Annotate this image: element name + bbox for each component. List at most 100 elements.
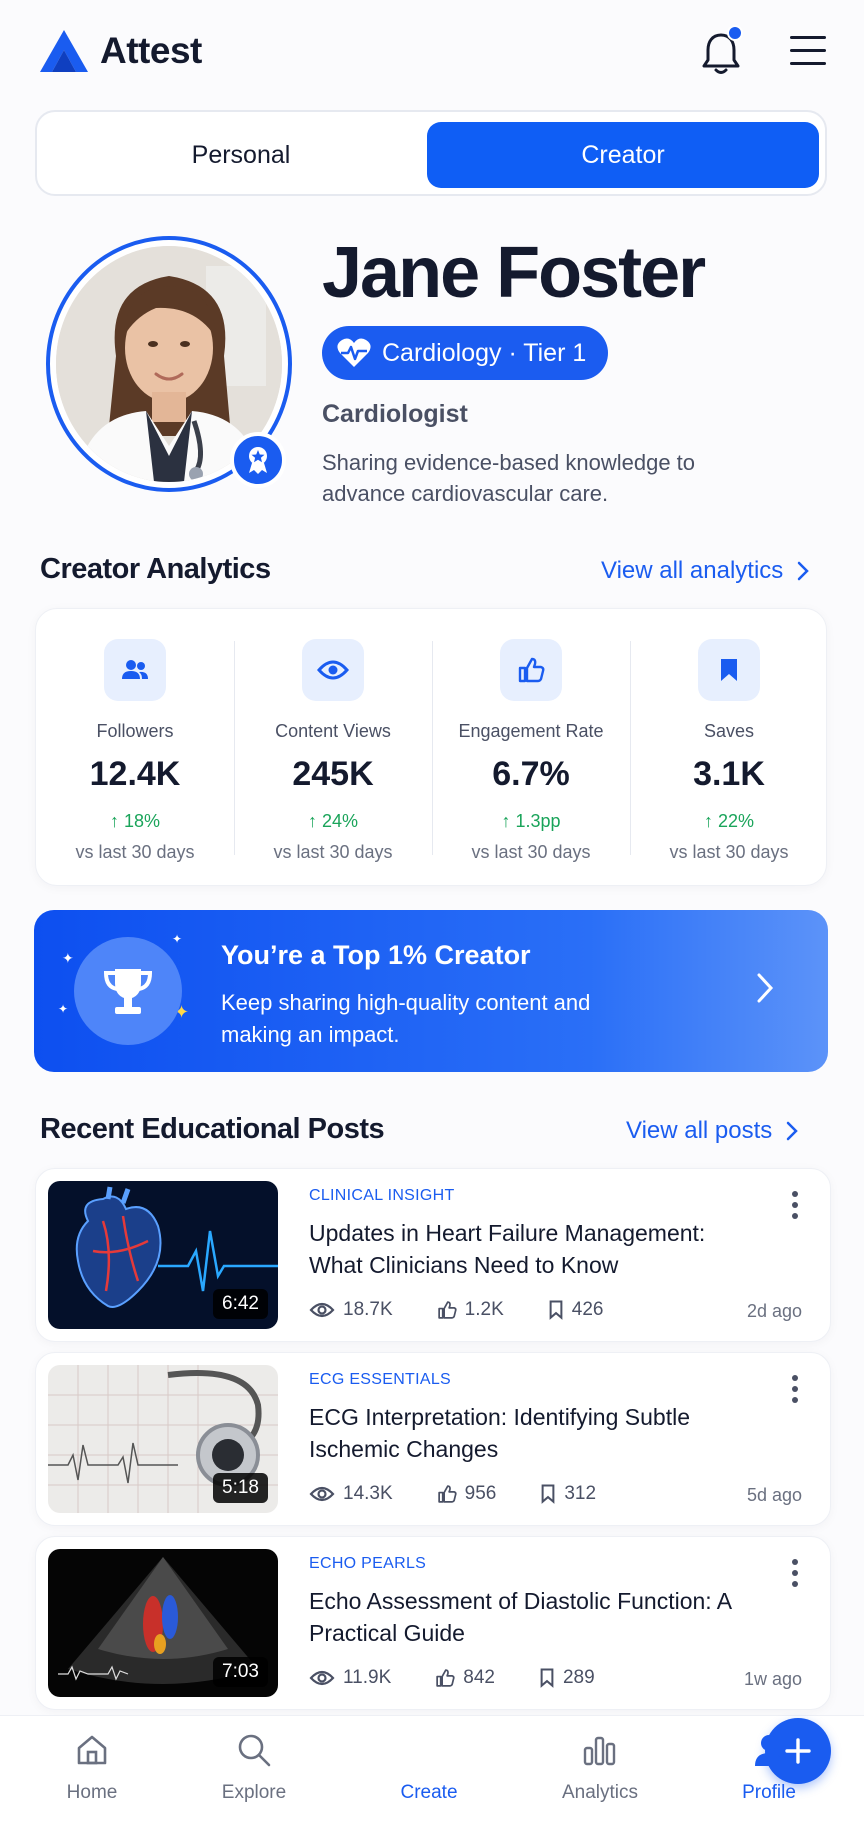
nav-home[interactable]: Home [32,1730,152,1804]
attest-logo-icon [40,30,88,72]
nav-label: Home [66,1782,118,1803]
post-card[interactable]: 5:18 ECG ESSENTIALS ECG Interpretation: … [35,1352,831,1526]
stat-delta-value: 1.3pp [515,811,561,831]
post-saves: 289 [562,1667,595,1688]
app-header: Attest [0,0,864,104]
video-duration: 5:18 [213,1473,268,1503]
sparkle-icon: ✦ [172,932,183,946]
post-likes: 956 [464,1483,497,1504]
post-stats: 11.9K 842 289 [309,1667,639,1689]
post-thumbnail[interactable]: 6:42 [48,1181,278,1329]
post-thumbnail[interactable]: 5:18 [48,1365,278,1513]
post-likes: 842 [463,1667,495,1688]
post-time: 5d ago [746,1485,802,1505]
tab-creator[interactable]: Creator [427,122,819,188]
stat-delta: ↑ 24% [307,811,359,831]
banner-text: Keep sharing high-quality content and ma… [221,990,591,1047]
stat-label: Followers [96,721,174,741]
post-saves: 312 [564,1483,597,1504]
top-creator-banner[interactable]: ✦ ✦ ✦ ✦ You’re a Top 1% Creator Keep sha… [34,910,828,1072]
post-views: 18.7K [343,1299,393,1320]
post-views: 14.3K [343,1483,393,1504]
post-stats: 18.7K 1.2K 426 [309,1299,647,1321]
thumbs-up-icon [500,639,562,701]
profile-role: Cardiologist [322,400,468,428]
view-all-posts-link[interactable]: View all posts [626,1117,799,1145]
bottom-navigation: Home Explore Create Analytics Profile [0,1715,864,1821]
post-views: 11.9K [343,1667,392,1688]
post-title[interactable]: Echo Assessment of Diastolic Function: A… [309,1585,749,1649]
post-saves: 426 [571,1299,604,1320]
post-title[interactable]: Updates in Heart Failure Management: Wha… [309,1217,749,1281]
post-likes: 1.2K [464,1299,504,1320]
stat-delta: ↑ 22% [703,811,755,831]
stat-engagement-rate[interactable]: Engagement Rate 6.7% ↑ 1.3pp vs last 30 … [432,609,630,887]
app-logo[interactable]: Attest [38,28,202,74]
chevron-right-icon [757,973,774,1003]
thumbs-up-icon [437,1485,457,1503]
stat-period: vs last 30 days [471,842,591,862]
analytics-card: Followers 12.4K ↑ 18% vs last 30 days Co… [35,608,827,886]
chevron-right-icon [787,1121,799,1141]
analytics-title: Creator Analytics [40,553,271,585]
eye-icon [309,1670,335,1686]
stat-delta-value: 18% [123,811,161,831]
profile-name: Jane Foster [322,233,706,313]
stat-delta: ↑ 1.3pp [501,811,561,831]
nav-explore[interactable]: Explore [194,1730,314,1804]
chevron-right-icon [798,561,810,581]
account-mode-toggle: Personal Creator [35,110,827,196]
more-options-icon[interactable] [792,1559,800,1589]
tab-personal[interactable]: Personal [45,122,437,188]
stat-followers[interactable]: Followers 12.4K ↑ 18% vs last 30 days [36,609,234,887]
app-name: Attest [100,30,202,71]
bookmark-icon [698,639,760,701]
stat-label: Engagement Rate [458,721,604,741]
person-icon [755,1735,783,1766]
stat-delta: ↑ 18% [109,811,161,831]
nav-create[interactable]: Create [369,1718,831,1804]
verified-badge-icon [230,432,286,488]
posts-title: Recent Educational Posts [40,1113,385,1145]
post-title[interactable]: ECG Interpretation: Identifying Subtle I… [309,1401,749,1465]
post-stats: 14.3K 956 312 [309,1483,640,1505]
trophy-icon [74,937,182,1045]
eye-icon [309,1486,335,1502]
thumbs-up-icon [437,1301,457,1319]
nav-label: Create [400,1782,458,1803]
stat-value: 3.1K [693,755,765,793]
specialty-label: Cardiology · Tier 1 [382,338,587,367]
post-category: ECHO PEARLS [309,1555,427,1572]
more-options-icon[interactable] [792,1191,800,1221]
users-icon [104,639,166,701]
search-icon [238,1734,271,1767]
nav-label: Profile [742,1782,796,1803]
stat-delta-value: 24% [321,811,359,831]
notification-dot [727,25,743,41]
video-duration: 6:42 [213,1289,268,1319]
stat-value: 6.7% [492,755,570,793]
bookmark-icon [549,1300,563,1320]
bar-chart-icon [583,1736,616,1766]
bookmark-icon [541,1484,555,1504]
eye-icon [309,1302,335,1318]
specialty-badge[interactable]: Cardiology · Tier 1 [322,326,609,380]
stat-period: vs last 30 days [669,842,789,862]
post-time: 1w ago [743,1669,802,1689]
hamburger-menu-icon[interactable] [790,36,826,66]
view-all-analytics-link[interactable]: View all analytics [601,557,810,585]
nav-analytics[interactable]: Analytics [540,1730,660,1804]
post-card[interactable]: 7:03 ECHO PEARLS Echo Assessment of Dias… [35,1536,831,1710]
sparkle-icon: ✦ [58,1002,69,1016]
view-all-analytics-label: View all analytics [601,557,784,584]
nav-label: Explore [221,1782,287,1803]
nav-label: Analytics [561,1782,639,1803]
stat-saves[interactable]: Saves 3.1K ↑ 22% vs last 30 days [630,609,828,887]
post-category: ECG ESSENTIALS [309,1371,452,1388]
nav-profile[interactable]: Profile [709,1730,829,1804]
stat-content-views[interactable]: Content Views 245K ↑ 24% vs last 30 days [234,609,432,887]
post-thumbnail[interactable]: 7:03 [48,1549,278,1697]
post-card[interactable]: 6:42 CLINICAL INSIGHT Updates in Heart F… [35,1168,831,1342]
eye-icon [302,639,364,701]
more-options-icon[interactable] [792,1375,800,1405]
